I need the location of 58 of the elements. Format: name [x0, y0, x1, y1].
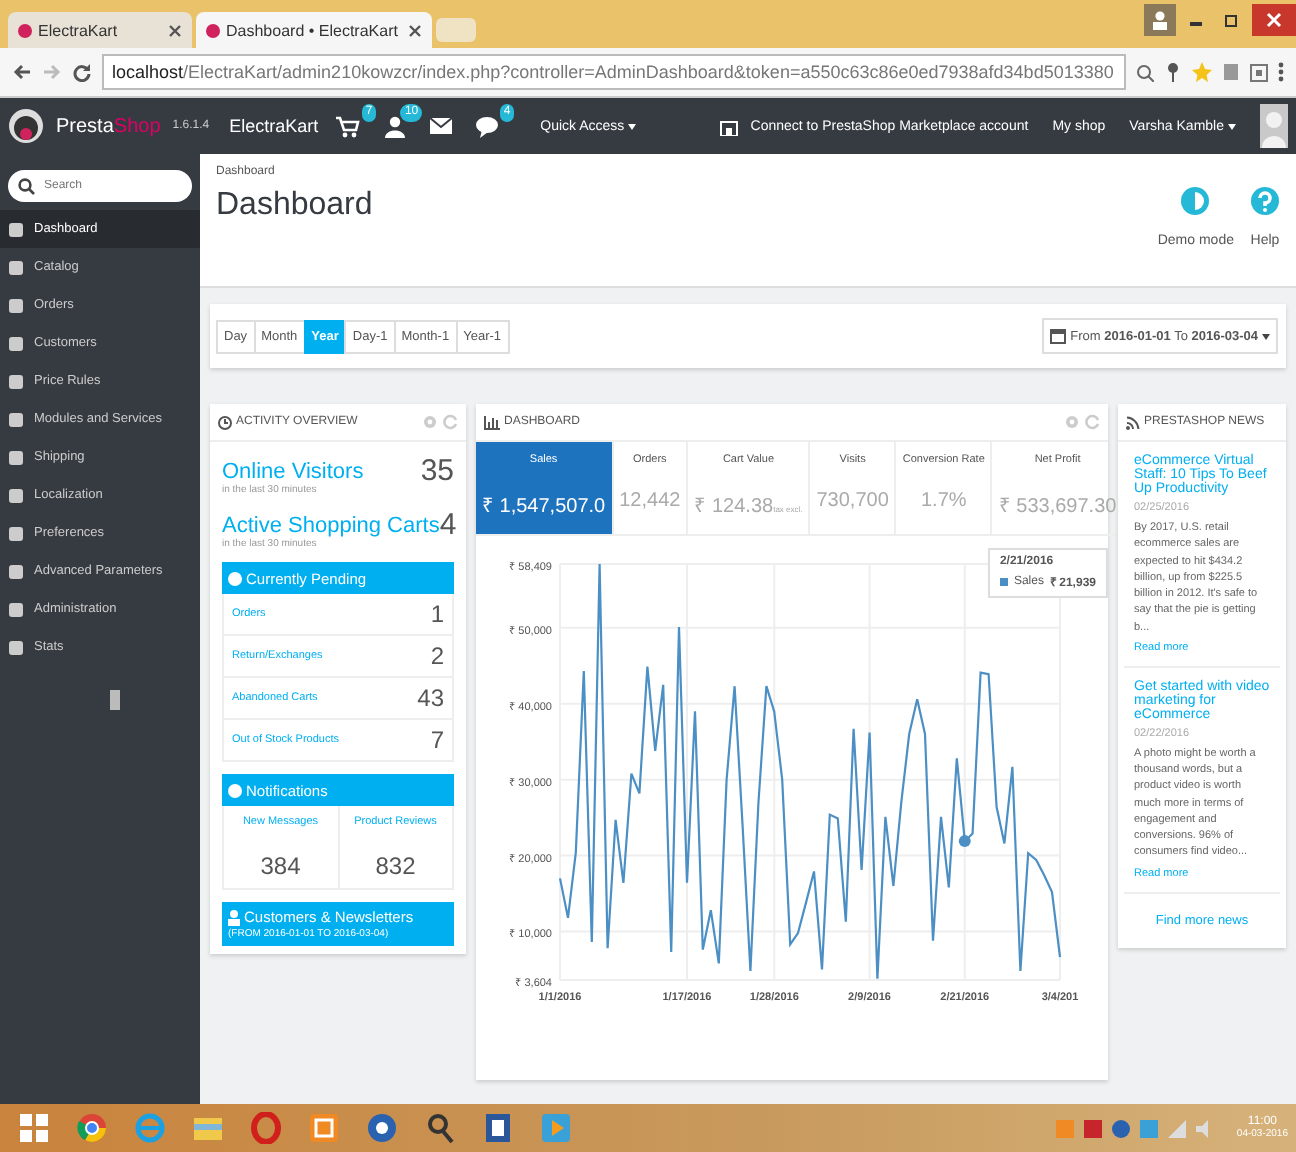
- more-icon[interactable]: [1278, 62, 1284, 82]
- toggle-icon: [1180, 186, 1211, 216]
- mail-icon[interactable]: [430, 118, 453, 134]
- bar-chart-icon: [484, 415, 500, 429]
- chat-icon[interactable]: [476, 115, 499, 137]
- notification-count: 384: [260, 852, 301, 880]
- address-bar[interactable]: localhost/ElectraKart/admin210kowzcr/index.php?controller=AdminDashboard&token=a550c63c86e0ed7938afd34bd5013380: [102, 54, 1126, 90]
- caret-icon: [1228, 123, 1236, 129]
- caret-icon: [628, 123, 637, 129]
- menu-item-icon: [8, 335, 24, 351]
- browser-tab[interactable]: Dashboard • ElectraKart: [196, 12, 432, 48]
- brand-name: PrestaShop: [56, 115, 161, 137]
- close-icon[interactable]: [1252, 4, 1296, 36]
- close-icon[interactable]: [168, 23, 182, 37]
- favicon-icon: [206, 23, 220, 37]
- store-icon: [720, 117, 739, 135]
- menu-item-icon: [8, 259, 24, 275]
- menu-item-icon: [8, 563, 24, 579]
- rss-icon: [1126, 415, 1140, 429]
- forward-icon[interactable]: [42, 62, 62, 82]
- zoom-icon[interactable]: [1136, 63, 1154, 81]
- bluetooth-icon[interactable]: [1112, 1119, 1131, 1137]
- shop-name[interactable]: ElectraKart: [229, 116, 319, 136]
- search-icon: [18, 178, 38, 196]
- menu-item-icon: [8, 411, 24, 427]
- notification-count: 832: [375, 852, 416, 880]
- pending-count: 2: [430, 642, 444, 670]
- pending-count: 1: [430, 600, 444, 628]
- cart-icon[interactable]: [336, 115, 361, 137]
- user-icon[interactable]: [384, 115, 407, 137]
- pending-count: 7: [430, 726, 444, 754]
- legend-swatch: [999, 578, 1008, 586]
- stat-value: 4: [439, 508, 457, 542]
- data-point[interactable]: [958, 835, 971, 848]
- menu-item-icon: [8, 525, 24, 541]
- close-icon[interactable]: [408, 23, 422, 37]
- menu-item-icon: [8, 373, 24, 389]
- menu-item-icon: [8, 297, 24, 313]
- help-icon: [1250, 186, 1280, 216]
- reload-icon[interactable]: [72, 62, 92, 82]
- menu-item-icon: [8, 601, 24, 617]
- menu-item-icon: [8, 449, 24, 465]
- star-icon[interactable]: [1192, 62, 1212, 82]
- pending-count: 43: [417, 684, 444, 712]
- stat-value: 35: [420, 454, 454, 488]
- user-icon: [228, 909, 240, 925]
- pin-icon[interactable]: [1164, 62, 1182, 82]
- page-title: Dashboard: [216, 188, 373, 224]
- favicon-icon: [18, 23, 32, 37]
- menu-item-icon: [8, 639, 24, 655]
- caret-icon: [1262, 333, 1270, 339]
- calendar-icon: [1050, 328, 1067, 344]
- menu-item-icon: [8, 221, 24, 237]
- menu-item-icon: [8, 487, 24, 503]
- browser-tab[interactable]: ElectraKart: [8, 12, 192, 48]
- back-icon[interactable]: [12, 62, 32, 82]
- sidebar-toggle[interactable]: [110, 690, 120, 710]
- logo-icon[interactable]: [8, 108, 44, 144]
